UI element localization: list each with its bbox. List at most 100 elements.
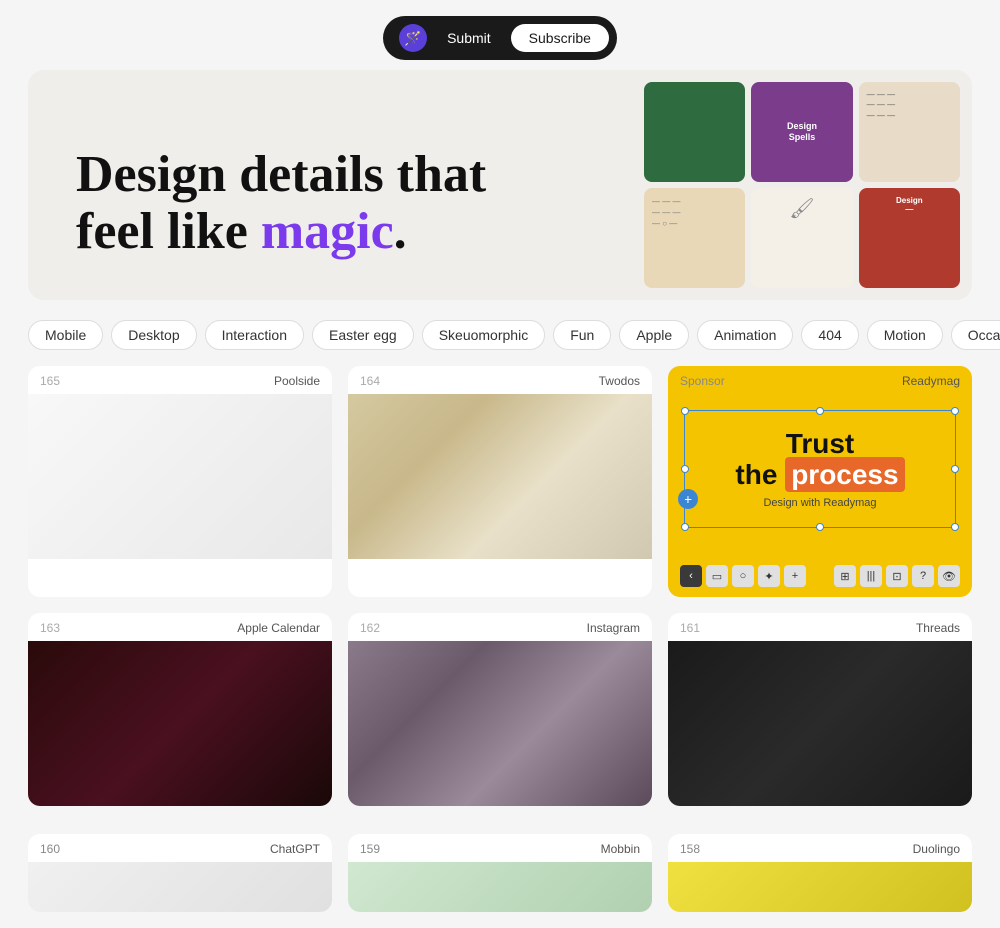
card-num-162: 162 xyxy=(360,621,380,635)
sponsor-content: + Trustthe process Design with Readymag xyxy=(668,394,972,559)
toolbar-add[interactable]: + xyxy=(784,565,806,587)
toolbar-circle[interactable]: ○ xyxy=(732,565,754,587)
card-source-apple-cal: Apple Calendar xyxy=(237,621,320,635)
filter-404[interactable]: 404 xyxy=(801,320,858,350)
book-tan: — — —— — —— ○ — xyxy=(644,188,745,288)
bottom-source-duolingo: Duolingo xyxy=(913,842,960,856)
filter-easter-egg[interactable]: Easter egg xyxy=(312,320,414,350)
card-source-poolside: Poolside xyxy=(274,374,320,388)
filter-occasion[interactable]: Occasion xyxy=(951,320,1000,350)
thumb-chatgpt xyxy=(28,862,332,912)
handle-bl[interactable] xyxy=(681,523,689,531)
handle-br[interactable] xyxy=(951,523,959,531)
handle-lm[interactable] xyxy=(681,465,689,473)
sponsor-meta: Sponsor Readymag xyxy=(668,366,972,394)
toolbar-star[interactable]: ✦ xyxy=(758,565,780,587)
cards-grid: 165 Poolside 164 Twodos Sponsor Readymag… xyxy=(0,366,1000,834)
sponsor-selection-box: Trustthe process Design with Readymag xyxy=(684,410,956,528)
card-num-161: 161 xyxy=(680,621,700,635)
sponsor-highlight: process xyxy=(785,457,904,492)
card-instagram[interactable]: 162 Instagram xyxy=(348,613,652,806)
bottom-num-158: 158 xyxy=(680,842,700,856)
thumb-instagram xyxy=(348,641,652,806)
filter-interaction[interactable]: Interaction xyxy=(205,320,304,350)
handle-tr[interactable] xyxy=(951,407,959,415)
submit-button[interactable]: Submit xyxy=(439,26,499,50)
bottom-source-chatgpt: ChatGPT xyxy=(270,842,320,856)
filter-desktop[interactable]: Desktop xyxy=(111,320,196,350)
filter-bar: Mobile Desktop Interaction Easter egg Sk… xyxy=(0,300,1000,366)
toolbar-layout[interactable]: ⊡ xyxy=(886,565,908,587)
card-meta-twodos: 164 Twodos xyxy=(348,366,652,394)
card-threads[interactable]: 161 Threads xyxy=(668,613,972,806)
book-cream: 🖌 xyxy=(751,188,852,288)
bottom-source-mobbin: Mobbin xyxy=(601,842,640,856)
card-source-twodos: Twodos xyxy=(599,374,640,388)
bottom-num-160: 160 xyxy=(40,842,60,856)
hero-section: Design details that feel like magic. Des… xyxy=(28,70,972,300)
card-chatgpt[interactable]: 160 ChatGPT xyxy=(28,834,332,912)
hero-magic-word: magic xyxy=(261,203,394,260)
card-meta-apple-cal: 163 Apple Calendar xyxy=(28,613,332,641)
filter-motion[interactable]: Motion xyxy=(867,320,943,350)
book-purple: DesignSpells xyxy=(751,82,852,182)
toolbar-right: ⊞ ||| ⊡ ? 👁 xyxy=(834,565,960,587)
card-mobbin[interactable]: 159 Mobbin xyxy=(348,834,652,912)
toolbar-eye[interactable]: 👁 xyxy=(938,565,960,587)
card-readymag[interactable]: Sponsor Readymag + Trustthe process Desi… xyxy=(668,366,972,597)
bottom-meta-duolingo: 158 Duolingo xyxy=(668,834,972,862)
hero-title: Design details that feel like magic. xyxy=(76,146,486,260)
navigation: 🪄 Submit Subscribe xyxy=(0,0,1000,70)
handle-rm[interactable] xyxy=(951,465,959,473)
thumb-mobbin xyxy=(348,862,652,912)
thumb-twodos xyxy=(348,394,652,559)
book-red: Design— xyxy=(859,188,960,288)
handle-tm[interactable] xyxy=(816,407,824,415)
book-green xyxy=(644,82,745,182)
logo: 🪄 xyxy=(399,24,427,52)
card-meta-instagram: 162 Instagram xyxy=(348,613,652,641)
sponsor-toolbar: ‹ ▭ ○ ✦ + ⊞ ||| ⊡ ? 👁 xyxy=(668,559,972,597)
logo-icon: 🪄 xyxy=(404,30,421,47)
toolbar-cols[interactable]: ||| xyxy=(860,565,882,587)
subscribe-button[interactable]: Subscribe xyxy=(511,24,609,52)
thumb-threads xyxy=(668,641,972,806)
toolbar-rect[interactable]: ▭ xyxy=(706,565,728,587)
hero-text: Design details that feel like magic. xyxy=(76,146,486,260)
toolbar-prev[interactable]: ‹ xyxy=(680,565,702,587)
sponsor-source: Readymag xyxy=(902,374,960,388)
card-source-threads: Threads xyxy=(916,621,960,635)
card-num-163: 163 xyxy=(40,621,60,635)
filter-skeuomorphic[interactable]: Skeuomorphic xyxy=(422,320,546,350)
bottom-meta-mobbin: 159 Mobbin xyxy=(348,834,652,862)
bottom-cards-row: 160 ChatGPT 159 Mobbin 158 Duolingo xyxy=(0,834,1000,928)
bottom-num-159: 159 xyxy=(360,842,380,856)
card-meta-poolside: 165 Poolside xyxy=(28,366,332,394)
sponsor-label: Sponsor xyxy=(680,374,725,388)
filter-fun[interactable]: Fun xyxy=(553,320,611,350)
bottom-meta-chatgpt: 160 ChatGPT xyxy=(28,834,332,862)
handle-tl[interactable] xyxy=(681,407,689,415)
filter-apple[interactable]: Apple xyxy=(619,320,689,350)
thumb-poolside xyxy=(28,394,332,559)
book-beige: — — —— — —— — — xyxy=(859,82,960,182)
card-duolingo[interactable]: 158 Duolingo xyxy=(668,834,972,912)
card-apple-calendar[interactable]: 163 Apple Calendar xyxy=(28,613,332,806)
card-meta-threads: 161 Threads xyxy=(668,613,972,641)
nav-pill: 🪄 Submit Subscribe xyxy=(383,16,617,60)
card-source-instagram: Instagram xyxy=(587,621,640,635)
card-num-164: 164 xyxy=(360,374,380,388)
card-num-165: 165 xyxy=(40,374,60,388)
toolbar-help[interactable]: ? xyxy=(912,565,934,587)
card-poolside[interactable]: 165 Poolside xyxy=(28,366,332,597)
thumb-apple-cal xyxy=(28,641,332,806)
sponsor-sub: Design with Readymag xyxy=(701,497,939,509)
books-container: DesignSpells — — —— — —— — — — — —— — ——… xyxy=(640,78,964,292)
card-twodos[interactable]: 164 Twodos xyxy=(348,366,652,597)
thumb-duolingo xyxy=(668,862,972,912)
sponsor-headline: Trustthe process xyxy=(701,429,939,491)
filter-mobile[interactable]: Mobile xyxy=(28,320,103,350)
filter-animation[interactable]: Animation xyxy=(697,320,793,350)
handle-bm[interactable] xyxy=(816,523,824,531)
toolbar-grid[interactable]: ⊞ xyxy=(834,565,856,587)
